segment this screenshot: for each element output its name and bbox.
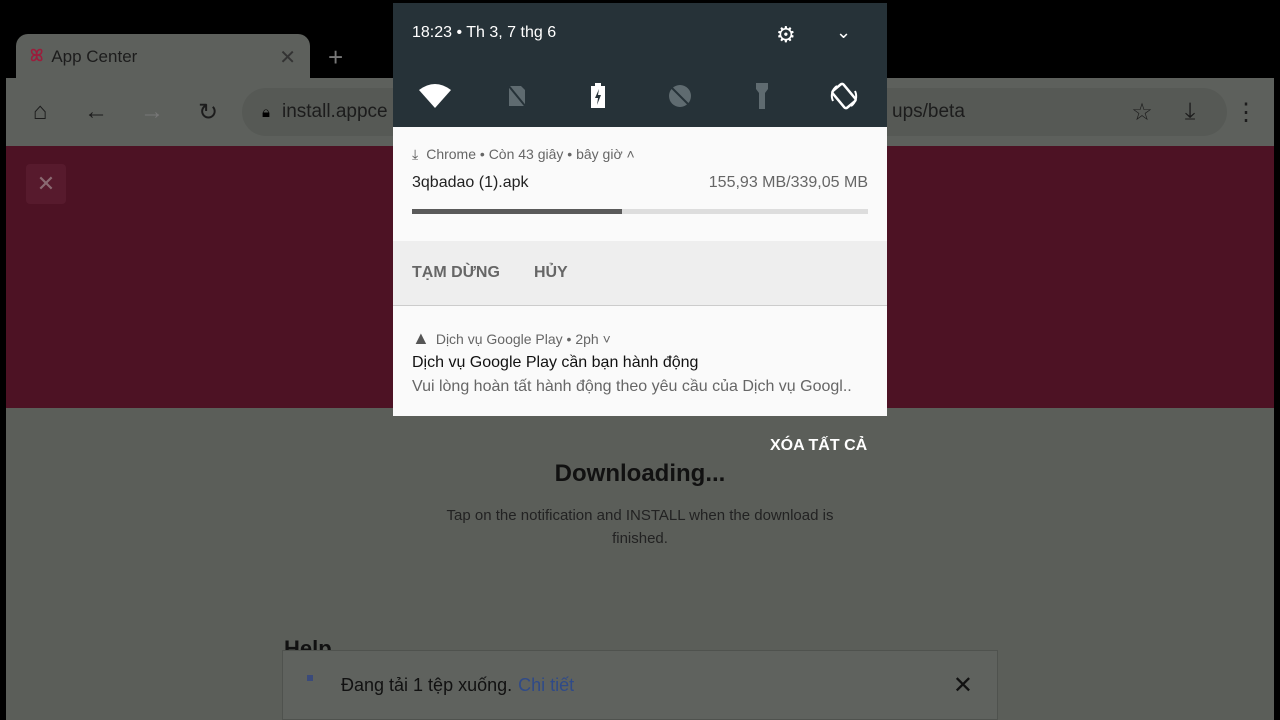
details-link[interactable]: Chi tiết <box>518 675 574 696</box>
download-progress-icon <box>307 675 313 681</box>
battery-charging-icon[interactable] <box>578 78 618 114</box>
notification-actions: TẠM DỪNG HỦY <box>393 241 887 306</box>
no-sim-icon[interactable] <box>497 78 537 114</box>
notif-app: Dịch vụ Google Play <box>435 331 563 347</box>
play-notification-body: Vui lòng hoàn tất hành động theo yêu cầu… <box>412 378 852 395</box>
home-icon[interactable]: ⌂ <box>12 98 68 126</box>
warning-icon: ▲ <box>412 328 430 348</box>
download-notification-header: ⤓ Chrome • Còn 43 giây • bây giờ ˄ <box>412 146 635 162</box>
notification-shade-header <box>393 3 887 127</box>
reload-icon[interactable]: ↻ <box>180 98 236 127</box>
collapse-chevron-icon[interactable]: ˄ <box>627 146 635 162</box>
progress-fill <box>412 209 622 214</box>
page-heading: Downloading... <box>554 460 726 487</box>
download-arrow-icon: ⤓ <box>412 146 419 162</box>
pause-button[interactable]: TẠM DỪNG <box>412 264 500 282</box>
download-progress-bar <box>412 209 868 214</box>
wifi-icon[interactable] <box>415 78 455 114</box>
close-icon[interactable]: ✕ <box>26 164 66 204</box>
url-text-end: ups/beta <box>892 101 965 122</box>
close-tab-icon[interactable]: ✕ <box>279 45 296 70</box>
close-snackbar-icon[interactable]: ✕ <box>953 671 973 700</box>
menu-icon[interactable]: ⋮ <box>1218 98 1274 127</box>
data-saver-off-icon[interactable] <box>660 78 700 114</box>
notif-time: 2ph <box>575 331 599 347</box>
time-remaining: Còn 43 giây <box>488 146 564 162</box>
download-snackbar: Đang tải 1 tệp xuống. Chi tiết ✕ <box>282 650 998 720</box>
clock: 18:23 <box>412 24 453 41</box>
notif-app: Chrome <box>426 146 476 162</box>
back-icon[interactable]: ← <box>68 98 124 126</box>
expand-chevron-icon[interactable]: ˅ <box>603 331 611 347</box>
lock-icon: 🔒︎ <box>262 103 270 121</box>
file-name: 3qbadao (1).apk <box>412 174 529 191</box>
flashlight-icon[interactable] <box>742 78 782 114</box>
file-size-progress: 155,93 MB/339,05 MB <box>708 174 868 191</box>
expand-chevron-icon[interactable]: ⌄ <box>836 22 851 43</box>
snackbar-message: Đang tải 1 tệp xuống. <box>341 674 513 695</box>
date: Th 3, 7 thg 6 <box>466 24 557 41</box>
url-text: install.appce <box>281 101 388 122</box>
clear-all-button[interactable]: XÓA TẤT CẢ <box>770 437 867 455</box>
new-tab-button[interactable]: + <box>328 42 343 73</box>
app-center-logo-icon: ꕤ <box>30 48 44 65</box>
status-datetime: 18:23 • Th 3, 7 thg 6 <box>412 24 557 41</box>
tab-title: App Center <box>51 47 138 66</box>
download-icon[interactable]: ⤓ <box>1162 98 1218 126</box>
page-description: Tap on the notification and INSTALL when… <box>446 507 834 547</box>
notif-time: bây giờ <box>576 146 623 162</box>
auto-rotate-icon[interactable] <box>824 78 864 114</box>
forward-icon[interactable]: → <box>124 98 180 126</box>
play-notification-header: ▲ Dịch vụ Google Play • 2ph ˅ <box>412 328 611 348</box>
play-notification-title: Dịch vụ Google Play cần bạn hành động <box>412 354 699 371</box>
browser-tab[interactable]: ꕤ App Center ✕ <box>16 34 310 80</box>
settings-gear-icon[interactable]: ⚙ <box>776 22 796 48</box>
cancel-button[interactable]: HỦY <box>534 264 568 282</box>
